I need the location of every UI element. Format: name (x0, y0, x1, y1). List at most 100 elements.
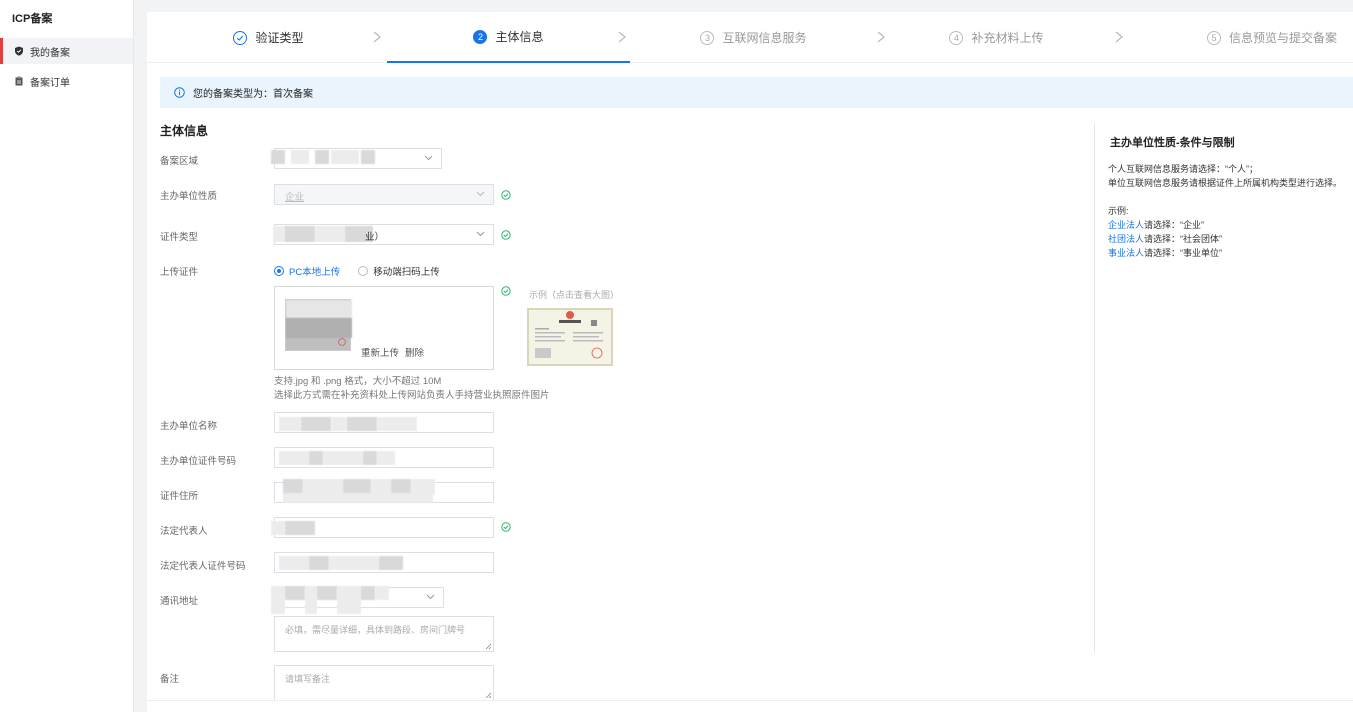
redacted-block (347, 417, 377, 431)
step-label: 信息预览与提交备案 (1228, 31, 1337, 45)
remark-textarea[interactable]: 请填写备注 (274, 665, 494, 701)
redacted-block (279, 451, 309, 465)
banner-text: 您的备案类型为：首次备案 (193, 89, 313, 100)
redacted-block (331, 150, 359, 164)
org-nature-select[interactable]: 企业 (274, 184, 494, 205)
uploaded-cert-thumbnail[interactable] (285, 299, 352, 351)
redacted-block (331, 417, 347, 431)
label-org-name: 主办单位名称 (160, 421, 218, 432)
label-upload: 上传证件 (160, 267, 199, 278)
resize-grip-icon[interactable] (485, 643, 492, 650)
label-org-cert-no: 主办单位证件号码 (160, 456, 237, 467)
chevron-down-icon (476, 191, 485, 197)
legal-rep-cert-no-input[interactable] (274, 552, 494, 573)
help-link-enterprise[interactable]: 企业法人 (1108, 220, 1144, 230)
delete-link[interactable]: 删除 (405, 345, 424, 359)
redacted-block (283, 493, 433, 503)
label-cert-type: 证件类型 (160, 232, 199, 243)
org-nature-value: 企业 (285, 192, 305, 203)
redacted-block (291, 150, 309, 164)
radio-label: PC本地上传 (289, 267, 341, 278)
redacted-block (305, 586, 317, 614)
cert-type-value: 业） (365, 232, 385, 243)
help-example-text: 请选择：“社会团体” (1144, 234, 1223, 244)
upload-hint-format: 支持.jpg 和 .png 格式，大小不超过 10M (274, 376, 442, 387)
redacted-block (301, 417, 331, 431)
step-label: 补充材料上传 (971, 31, 1044, 45)
check-circle-icon (233, 30, 248, 45)
redacted-block (271, 586, 285, 614)
redacted-block (363, 451, 377, 465)
help-line-2: 单位互联网信息服务请根据证件上所属机构类型进行选择。 (1108, 178, 1343, 188)
redacted-block (323, 451, 363, 465)
redacted-block (315, 150, 329, 164)
sidebar-item-filing-orders[interactable]: 备案订单 (0, 68, 133, 94)
org-name-input[interactable] (274, 412, 494, 433)
sidebar-item-label: 我的备案 (30, 47, 70, 59)
redacted-block (379, 556, 403, 570)
redacted-block (329, 556, 379, 570)
step-internet-service[interactable]: 3 互联网信息服务 (632, 12, 875, 63)
step-verify-type[interactable]: 验证类型 (147, 12, 390, 63)
upload-box: 重新上传 删除 (274, 286, 494, 370)
textarea-placeholder: 请填写备注 (285, 674, 331, 684)
label-legal-rep-cert-no: 法定代表人证件号码 (160, 561, 246, 572)
label-region: 备案区域 (160, 156, 199, 167)
label-mail-address: 通讯地址 (160, 596, 199, 607)
step-preview-submit[interactable]: 5 信息预览与提交备案 (1140, 12, 1353, 63)
step-number: 3 (700, 30, 715, 45)
radio-pc-upload[interactable]: PC本地上传 (274, 264, 340, 278)
redacted-block (361, 586, 375, 600)
chevron-right-icon (1115, 31, 1123, 43)
check-circle-icon (501, 286, 511, 296)
step-number: 5 (1206, 30, 1221, 45)
section-title: 主体信息 (160, 124, 209, 138)
legal-rep-input[interactable] (271, 517, 494, 538)
help-example-text: 请选择：“企业” (1144, 220, 1205, 230)
help-example-row: 事业法人请选择：“事业单位” (1108, 246, 1222, 259)
redacted-block (377, 417, 417, 431)
org-cert-no-input[interactable] (274, 447, 494, 468)
cert-address-input[interactable] (274, 479, 494, 503)
example-license-image[interactable] (527, 308, 613, 366)
redacted-block (309, 556, 329, 570)
redacted-block (377, 451, 395, 465)
sidebar: ICP备案 我的备案 备案订单 (0, 0, 134, 712)
step-supplementary-upload[interactable]: 4 补充材料上传 (875, 12, 1118, 63)
mail-address-detail-textarea[interactable]: 必填，需尽量详细，具体到路段、房间门牌号 (274, 616, 494, 652)
redacted-block (361, 150, 375, 164)
sidebar-item-my-filings[interactable]: 我的备案 (0, 38, 133, 64)
mail-region-select[interactable] (271, 586, 444, 614)
reupload-link[interactable]: 重新上传 (361, 345, 399, 359)
step-label: 主体信息 (495, 30, 544, 44)
info-icon (174, 87, 185, 98)
step-label: 互联网信息服务 (722, 31, 807, 45)
radio-label: 移动端扫码上传 (373, 267, 440, 278)
chevron-right-icon (373, 31, 381, 43)
radio-mobile-upload[interactable]: 移动端扫码上传 (358, 264, 440, 278)
step-subject-info[interactable]: 2 主体信息 (387, 12, 630, 63)
clipboard-icon (14, 76, 24, 86)
check-circle-icon (501, 522, 511, 532)
chevron-down-icon (426, 594, 435, 600)
region-select[interactable] (271, 148, 442, 169)
check-circle-icon (501, 230, 511, 240)
redacted-block (279, 417, 301, 431)
redacted-block (271, 521, 285, 535)
label-remark: 备注 (160, 674, 180, 685)
help-link-social-group[interactable]: 社团法人 (1108, 234, 1144, 244)
example-label: 示例（点击查看大图） (529, 290, 620, 300)
resize-grip-icon[interactable] (485, 692, 492, 699)
redacted-block (285, 521, 315, 535)
step-label: 验证类型 (255, 31, 304, 45)
check-circle-icon (501, 190, 511, 200)
cert-type-select[interactable]: 业） (273, 224, 494, 245)
help-example-row: 企业法人请选择：“企业” (1108, 218, 1204, 231)
help-example-row: 社团法人请选择：“社会团体” (1108, 232, 1222, 245)
info-banner: 您的备案类型为：首次备案 (160, 77, 1353, 108)
help-example-text: 请选择：“事业单位” (1144, 248, 1223, 258)
chevron-down-icon (424, 155, 433, 161)
help-link-institution[interactable]: 事业法人 (1108, 248, 1144, 258)
textarea-placeholder: 必填，需尽量详细，具体到路段、房间门牌号 (285, 625, 466, 635)
chevron-right-icon (618, 31, 626, 43)
